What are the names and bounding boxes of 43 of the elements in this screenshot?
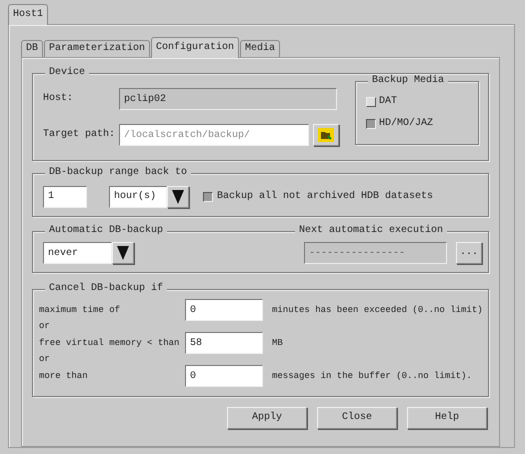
field-hint: minutes has been exceeded (0..no limit) — [272, 304, 483, 316]
group-title: Cancel DB-backup if — [45, 283, 168, 295]
tab[interactable]: Parameterization — [44, 40, 150, 57]
dropdown-button[interactable] — [167, 186, 189, 208]
tab[interactable]: Media — [240, 40, 280, 57]
input-field[interactable]: 0 — [185, 299, 263, 321]
field-label: Target path: — [43, 129, 116, 141]
dialog-button[interactable]: Close — [317, 407, 397, 429]
checkbox-label: Backup all not archived HDB datasets — [217, 190, 434, 202]
field-label: free virtual memory < than — [39, 338, 180, 348]
dropdown-button[interactable] — [112, 242, 134, 264]
group-title: DB-backup range back to — [45, 167, 192, 179]
folder-icon — [318, 128, 334, 142]
group-title: Backup Media — [368, 75, 448, 87]
dialog-button[interactable]: Apply — [227, 407, 307, 429]
input-field[interactable]: 0 — [185, 365, 263, 387]
separator-label: or — [39, 354, 50, 365]
field-hint: MB — [272, 338, 283, 348]
option-label: HD/MO/JAZ — [379, 118, 434, 130]
dialog-button[interactable]: Help — [407, 407, 487, 429]
caret-icon — [117, 246, 129, 260]
caret-icon — [172, 190, 184, 204]
browse-button[interactable] — [313, 124, 339, 146]
schedule-field[interactable]: never — [43, 242, 112, 264]
unit-field[interactable]: hour(s) — [109, 186, 167, 208]
field-label: Host: — [43, 93, 74, 105]
field-hint: messages in the buffer (0..no limit). — [272, 370, 472, 382]
tab[interactable]: Host1 — [8, 4, 48, 25]
number-field[interactable]: 1 — [43, 186, 87, 208]
path-field[interactable]: /localscratch/backup/ — [119, 124, 309, 146]
radio-button[interactable] — [366, 119, 376, 129]
input-field[interactable]: 58 — [185, 332, 263, 354]
host-field[interactable]: pclip02 — [119, 88, 337, 110]
field-label: more than — [39, 370, 89, 382]
tab[interactable]: Configuration — [151, 37, 240, 58]
separator-label: or — [39, 321, 50, 332]
option-label: DAT — [379, 96, 398, 108]
checkbox[interactable] — [203, 192, 213, 202]
browse-button[interactable]: ... — [456, 242, 482, 264]
field-label: maximum time of — [39, 304, 122, 316]
execution-field[interactable]: ---------------- — [304, 242, 447, 264]
tab[interactable]: DB — [21, 40, 44, 57]
group-title: Automatic DB-backup — [45, 225, 168, 237]
